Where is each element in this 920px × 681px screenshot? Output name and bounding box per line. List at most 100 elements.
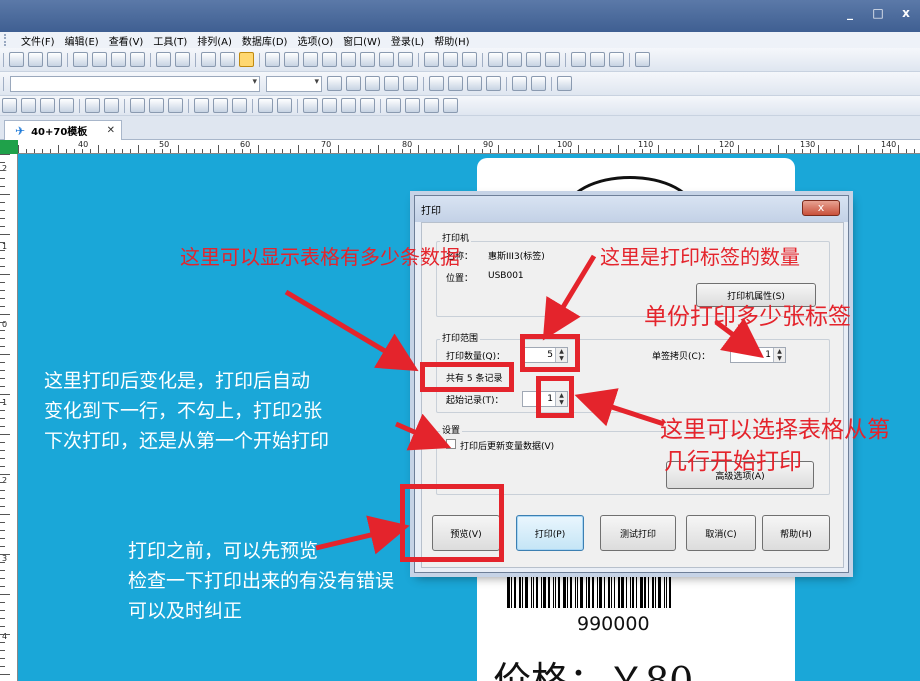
help-button[interactable]: 帮助(H) [762, 515, 830, 551]
font-color-icon[interactable] [403, 76, 418, 91]
cancel-button[interactable]: 取消(C) [686, 515, 756, 551]
zoom-in-icon[interactable] [571, 52, 586, 67]
copies-stepper[interactable]: 1 ▲ ▼ [730, 347, 786, 363]
next-record-icon[interactable] [526, 52, 541, 67]
diagonal-line-icon[interactable] [341, 52, 356, 67]
open-file-icon[interactable] [28, 52, 43, 67]
align-centers-icon[interactable] [21, 98, 36, 113]
align-lefts-icon[interactable] [2, 98, 17, 113]
update-vars-checkbox[interactable] [446, 439, 456, 449]
text-tool-icon[interactable] [303, 52, 318, 67]
undo-icon[interactable] [156, 52, 171, 67]
same-width-icon[interactable] [130, 98, 145, 113]
print-icon[interactable] [239, 52, 254, 67]
label-price[interactable]: 价格：￥80 [493, 650, 693, 681]
prev-record-icon[interactable] [507, 52, 522, 67]
bring-front-icon[interactable] [303, 98, 318, 113]
menu-options[interactable]: 选项(O) [292, 33, 338, 48]
line-tool-icon[interactable] [322, 52, 337, 67]
cut-icon[interactable] [73, 52, 88, 67]
cursor-text-icon[interactable] [398, 52, 413, 67]
center-page-v-icon[interactable] [213, 98, 228, 113]
image-tool-icon[interactable] [379, 52, 394, 67]
align-right-icon[interactable] [467, 76, 482, 91]
database-icon[interactable] [424, 52, 439, 67]
page-setup-icon[interactable] [201, 52, 216, 67]
align-tops-icon[interactable] [59, 98, 74, 113]
copy-icon[interactable] [92, 52, 107, 67]
barcode-tool-icon[interactable] [284, 52, 299, 67]
fill-color-icon[interactable] [384, 76, 399, 91]
backward-icon[interactable] [360, 98, 375, 113]
font-size-select[interactable] [266, 75, 322, 92]
underline-icon[interactable] [365, 76, 380, 91]
menu-grip-icon[interactable] [4, 34, 12, 46]
same-height-icon[interactable] [149, 98, 164, 113]
menu-window[interactable]: 窗口(W) [338, 33, 386, 48]
align-left-icon[interactable] [429, 76, 444, 91]
forward-icon[interactable] [341, 98, 356, 113]
ruler-tick [322, 149, 323, 153]
save-icon[interactable] [47, 52, 62, 67]
layout-grid-icon[interactable] [232, 98, 247, 113]
zoom-fit-icon[interactable] [609, 52, 624, 67]
new-file-icon[interactable] [9, 52, 24, 67]
distribute-h-icon[interactable] [85, 98, 100, 113]
first-record-icon[interactable] [488, 52, 503, 67]
justify-icon[interactable] [486, 76, 501, 91]
test-print-button[interactable]: 测试打印 [600, 515, 676, 551]
settings-section-label: 设置 [440, 423, 463, 436]
close-window-button[interactable]: x [898, 6, 914, 20]
export-icon[interactable] [462, 52, 477, 67]
dialog-close-button[interactable]: x [802, 200, 840, 216]
ruler-corner[interactable] [0, 140, 18, 154]
center-page-h-icon[interactable] [194, 98, 209, 113]
menu-login[interactable]: 登录(L) [386, 33, 429, 48]
snap-icon[interactable] [443, 98, 458, 113]
redo-icon[interactable] [175, 52, 190, 67]
paste-icon[interactable] [111, 52, 126, 67]
send-back-icon[interactable] [322, 98, 337, 113]
tab-40-70-template[interactable]: ✈ 40+70模板 ✕ [4, 120, 122, 140]
ruler-tick [658, 145, 659, 153]
align-center-icon[interactable] [448, 76, 463, 91]
select-pointer-icon[interactable] [265, 52, 280, 67]
zoom-out-icon[interactable] [590, 52, 605, 67]
spin-arrows-icon[interactable]: ▲ ▼ [773, 348, 785, 362]
menu-arrange[interactable]: 排列(A) [192, 33, 237, 48]
properties-icon[interactable] [557, 76, 572, 91]
print-preview-icon[interactable] [220, 52, 235, 67]
group-icon[interactable] [512, 76, 527, 91]
table-icon[interactable] [405, 98, 420, 113]
help-icon[interactable] [635, 52, 650, 67]
italic-icon[interactable] [346, 76, 361, 91]
font-family-select[interactable] [10, 75, 260, 92]
menu-database[interactable]: 数据库(D) [237, 33, 293, 48]
shape-tool-icon[interactable] [360, 52, 375, 67]
menu-edit[interactable]: 编辑(E) [60, 33, 104, 48]
h-spacing-icon[interactable] [258, 98, 273, 113]
tab-close-icon[interactable]: ✕ [107, 125, 115, 136]
ruler-tick [0, 458, 5, 459]
ungroup-icon[interactable] [531, 76, 546, 91]
align-rights-icon[interactable] [40, 98, 55, 113]
distribute-v-icon[interactable] [104, 98, 119, 113]
grid-icon[interactable] [424, 98, 439, 113]
menu-tools[interactable]: 工具(T) [148, 33, 192, 48]
bold-icon[interactable] [327, 76, 342, 91]
maximize-button[interactable]: □ [870, 6, 886, 20]
delete-icon[interactable] [130, 52, 145, 67]
menu-file[interactable]: 文件(F) [16, 33, 60, 48]
minimize-button[interactable]: _ [842, 6, 858, 20]
barcode-number[interactable]: 990000 [577, 613, 650, 635]
label-barcode[interactable] [507, 568, 717, 608]
print-button[interactable]: 打印(P) [516, 515, 584, 551]
find-icon[interactable] [443, 52, 458, 67]
menu-help[interactable]: 帮助(H) [429, 33, 474, 48]
same-size-icon[interactable] [168, 98, 183, 113]
v-spacing-icon[interactable] [277, 98, 292, 113]
last-record-icon[interactable] [545, 52, 560, 67]
lock-icon[interactable] [386, 98, 401, 113]
ruler-tick [666, 149, 667, 153]
menu-view[interactable]: 查看(V) [104, 33, 149, 48]
